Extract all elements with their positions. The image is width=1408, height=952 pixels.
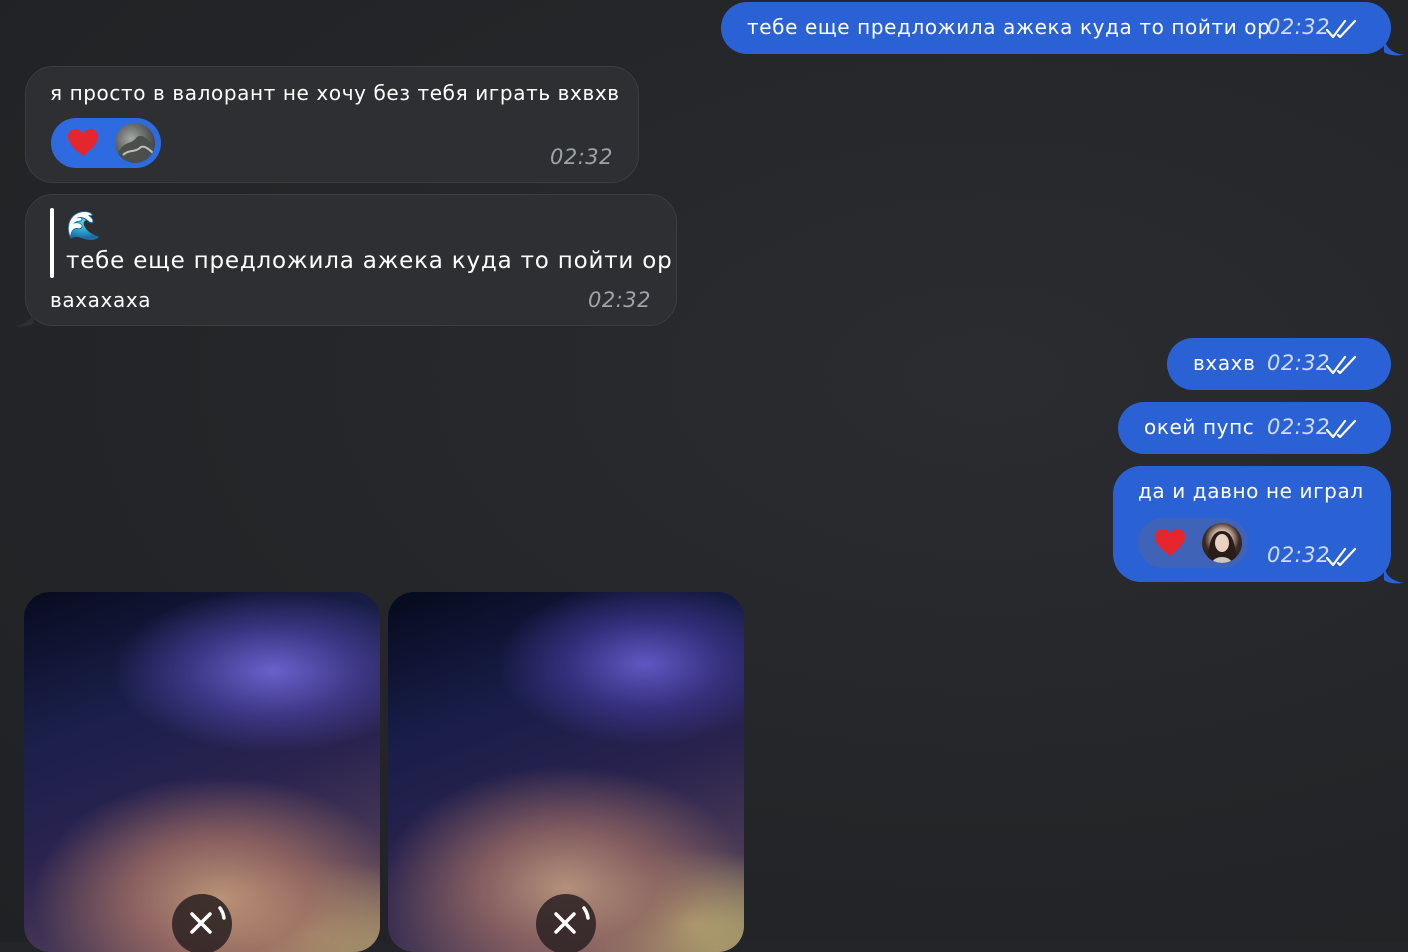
message-text: окей пупс	[1144, 415, 1255, 439]
message-time: 02:32	[1267, 543, 1331, 567]
double-check-icon	[1325, 19, 1357, 39]
message-text: тебе еще предложила ажека куда то пойти …	[747, 15, 1271, 39]
photo-thumbnail[interactable]	[24, 592, 380, 952]
message-time: 02:32	[1267, 15, 1331, 39]
message-time: 02:32	[588, 288, 652, 312]
reaction-badge[interactable]	[1138, 518, 1248, 568]
message-time: 02:32	[1267, 415, 1331, 439]
bubble-tail	[1384, 566, 1404, 584]
close-icon	[554, 906, 590, 934]
message-incoming-reply[interactable]: 🌊 тебе еще предложила ажека куда то пойт…	[25, 194, 677, 326]
message-text: вахахаха	[50, 288, 152, 312]
avatar-icon	[115, 123, 155, 163]
message-incoming[interactable]: я просто в валорант не хочу без тебя игр…	[25, 66, 639, 183]
heart-icon	[68, 129, 98, 156]
reply-quote-text[interactable]: тебе еще предложила ажека куда то пойти …	[66, 248, 673, 274]
message-outgoing[interactable]: да и давно не играл 02:32	[1113, 466, 1391, 582]
reply-emoji: 🌊	[66, 209, 102, 242]
message-outgoing[interactable]: окей пупс 02:32	[1118, 402, 1391, 454]
message-outgoing[interactable]: тебе еще предложила ажека куда то пойти …	[721, 2, 1391, 54]
close-icon	[190, 906, 226, 934]
heart-icon	[1155, 529, 1185, 556]
avatar-icon	[1202, 523, 1242, 563]
reaction-badge[interactable]	[51, 118, 161, 168]
reply-quote-bar	[50, 208, 54, 278]
cancel-download-button[interactable]	[536, 894, 596, 952]
cancel-download-button[interactable]	[172, 894, 232, 952]
photo-thumbnail[interactable]	[388, 592, 744, 952]
message-time: 02:32	[1267, 351, 1331, 375]
bubble-tail	[1384, 38, 1404, 56]
double-check-icon	[1325, 355, 1357, 375]
chat-area: тебе еще предложила ажека куда то пойти …	[0, 0, 1408, 952]
bubble-tail	[14, 309, 34, 327]
message-text: я просто в валорант не хочу без тебя игр…	[50, 81, 620, 105]
double-check-icon	[1325, 419, 1357, 439]
message-text: да и давно не играл	[1138, 479, 1364, 503]
message-outgoing[interactable]: вхахв 02:32	[1167, 338, 1391, 390]
message-text: вхахв	[1193, 351, 1256, 375]
double-check-icon	[1325, 547, 1357, 567]
message-time: 02:32	[550, 145, 614, 169]
